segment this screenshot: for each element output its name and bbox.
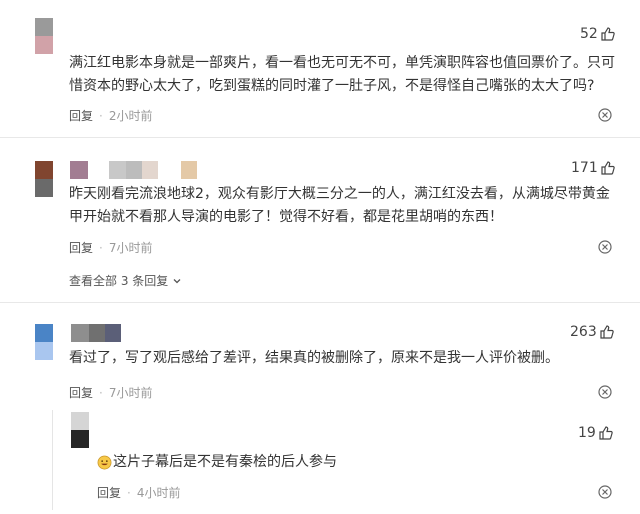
avatar-bottom [35,179,53,197]
comment-meta: 回复 · 2小时前 [69,107,152,124]
username[interactable] [70,161,197,179]
comment-text: 昨天刚看完流浪地球2，观众有影厅大概三分之一的人，满江红没去看，从满城尽带黄金 … [69,183,610,229]
avatar[interactable] [35,161,53,197]
view-all-replies-label: 查看全部 3 条回复 [69,274,169,288]
timestamp: 7小时前 [108,386,153,400]
separator-dot: · [127,485,131,500]
comment-text-line: 惜资本的野心太大了，吃到蛋糕的同时灌了一肚子风，不是得怪自己嘴张的太大了吗? [69,78,595,94]
comment-text-line: 看过了，写了观后感给了差评，结果真的被删除了，原来不是我一人评价被删。 [69,350,559,366]
avatar-top [35,18,53,36]
avatar-top [35,161,53,179]
name-pixel [181,161,197,179]
view-all-replies-link[interactable]: 查看全部 3 条回复 [69,272,182,289]
name-pixel [126,161,142,179]
more-options-icon[interactable] [598,485,612,499]
name-pixel [89,324,105,342]
avatar[interactable] [35,18,53,54]
reply-text: 这片子幕后是不是有秦桧的后人参与 [97,451,337,474]
avatar-top [35,324,53,342]
chevron-down-icon [173,278,181,283]
name-spacer [88,161,109,179]
like-count-value: 52 [580,26,598,42]
name-pixel [70,161,88,179]
timestamp: 2小时前 [108,109,153,123]
reply-button[interactable]: 回复 [69,384,93,401]
comment-text: 满江红电影本身就是一部爽片，看一看也无可无不可，单凭演职阵容也值回票价了。只可 … [69,52,615,98]
like-count-value: 19 [578,425,596,441]
like-count[interactable]: 52 [580,26,616,42]
thread-line [52,410,53,510]
avatar-top [71,412,89,430]
name-pixel [105,324,121,342]
like-count-value: 263 [570,324,597,340]
like-count[interactable]: 263 [570,324,615,340]
divider [0,137,640,138]
avatar-bottom [35,342,53,360]
avatar[interactable] [35,324,53,360]
thumbs-up-icon [601,27,615,41]
name-spacer [158,161,181,179]
name-pixel [109,161,126,179]
reply-button[interactable]: 回复 [69,239,93,256]
comment-meta: 回复 · 4小时前 [97,484,180,501]
thumbs-up-icon [599,426,613,440]
comment-meta: 回复 · 7小时前 [69,239,152,256]
more-options-icon[interactable] [598,108,612,122]
like-count[interactable]: 19 [578,425,614,441]
comment-text-line: 满江红电影本身就是一部爽片，看一看也无可无不可，单凭演职阵容也值回票价了。只可 [69,55,615,71]
grinning-face-emoji-icon [97,455,112,470]
avatar-bottom [71,430,89,448]
more-options-icon[interactable] [598,385,612,399]
thumbs-up-icon [601,161,615,175]
comment-text-line: 昨天刚看完流浪地球2，观众有影厅大概三分之一的人，满江红没去看，从满城尽带黄金 [69,186,610,202]
name-pixel [142,161,158,179]
comment-meta: 回复 · 7小时前 [69,384,152,401]
like-count[interactable]: 171 [571,160,616,176]
thumbs-up-icon [600,325,614,339]
more-options-icon[interactable] [598,240,612,254]
separator-dot: · [99,385,103,400]
comment-text-line: 甲开始就不看那人导演的电影了！觉得不好看，都是花里胡哨的东西！ [69,209,503,225]
divider [0,302,640,303]
timestamp: 7小时前 [108,241,153,255]
username[interactable] [71,324,121,342]
separator-dot: · [99,108,103,123]
timestamp: 4小时前 [136,486,181,500]
reply-button[interactable]: 回复 [97,484,121,501]
reply-button[interactable]: 回复 [69,107,93,124]
avatar-bottom [35,36,53,54]
comment-text: 看过了，写了观后感给了差评，结果真的被删除了，原来不是我一人评价被删。 [69,347,559,370]
avatar[interactable] [71,412,89,448]
name-pixel [71,324,89,342]
reply-text-content: 这片子幕后是不是有秦桧的后人参与 [113,454,337,470]
separator-dot: · [99,240,103,255]
like-count-value: 171 [571,160,598,176]
